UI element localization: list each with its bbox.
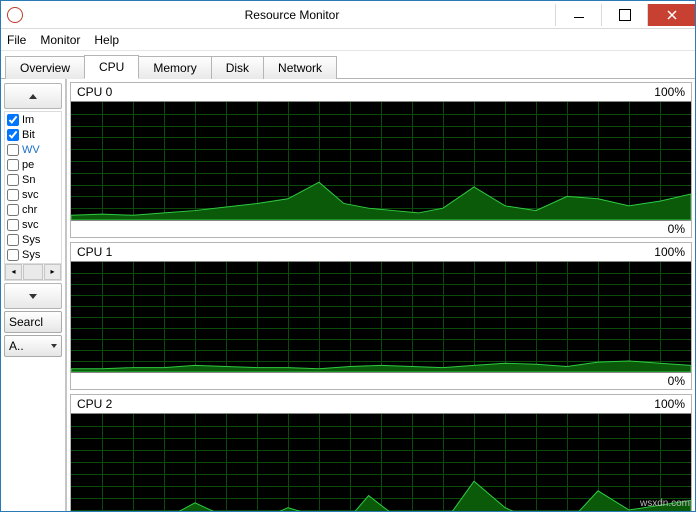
process-label: Im: [22, 114, 34, 126]
chevron-down-icon: [29, 294, 37, 299]
process-item[interactable]: Bit: [5, 127, 61, 142]
sidebar-hscroll[interactable]: ◂▸: [5, 263, 61, 280]
process-item[interactable]: WV: [5, 142, 61, 157]
chevron-up-icon: [29, 94, 37, 99]
cpu-graph-pane: CPU 0 100% 0%: [70, 82, 692, 238]
sidebar: ImBitWVpeSnsvcchrsvcSysSys◂▸ Searcl A..: [1, 79, 66, 511]
graph-footer: 0%: [71, 373, 691, 389]
process-checkbox[interactable]: [7, 144, 19, 156]
process-item[interactable]: pe: [5, 157, 61, 172]
tab-network[interactable]: Network: [263, 56, 337, 79]
graphs-panel: CPU 0100%0%CPU 1100%0%CPU 2100%0%: [66, 79, 695, 511]
process-item[interactable]: Im: [5, 112, 61, 127]
maximize-button[interactable]: [601, 4, 647, 26]
process-checkbox[interactable]: [7, 234, 19, 246]
process-label: pe: [22, 159, 34, 171]
collapse-up-button[interactable]: [4, 83, 62, 109]
process-checkbox[interactable]: [7, 159, 19, 171]
menu-monitor[interactable]: Monitor: [40, 33, 80, 47]
menu-help[interactable]: Help: [94, 33, 119, 47]
graph-title: CPU 1: [77, 245, 112, 259]
caption-buttons: [555, 4, 695, 26]
process-label: Bit: [22, 129, 35, 141]
associated-dropdown[interactable]: A..: [4, 335, 62, 357]
search-label: Searcl: [9, 315, 43, 329]
graph-min: 0%: [668, 374, 685, 388]
dropdown-icon: [51, 344, 57, 348]
process-item[interactable]: svc: [5, 218, 61, 233]
process-checkbox[interactable]: [7, 204, 19, 216]
graph-header: CPU 2 100%: [71, 395, 691, 413]
content-body: ImBitWVpeSnsvcchrsvcSysSys◂▸ Searcl A.. …: [1, 79, 695, 511]
tab-cpu[interactable]: CPU: [84, 55, 139, 79]
graph-max: 100%: [654, 245, 685, 259]
process-checkbox[interactable]: [7, 129, 19, 141]
graph-title: CPU 0: [77, 85, 112, 99]
graph-max: 100%: [654, 397, 685, 411]
graph-footer: 0%: [71, 221, 691, 237]
tab-disk[interactable]: Disk: [211, 56, 264, 79]
graph-header: CPU 0 100%: [71, 83, 691, 101]
tab-strip: Overview CPU Memory Disk Network: [1, 51, 695, 79]
process-item[interactable]: Sys: [5, 233, 61, 248]
a-label: A..: [9, 339, 24, 353]
cpu-graph-pane: CPU 1 100% 0%: [70, 242, 692, 390]
process-checkbox[interactable]: [7, 189, 19, 201]
graph-min: 0%: [668, 222, 685, 236]
graph-header: CPU 1 100%: [71, 243, 691, 261]
window-title: Resource Monitor: [29, 8, 555, 22]
process-checkbox[interactable]: [7, 114, 19, 126]
app-window: Resource Monitor File Monitor Help Overv…: [0, 0, 696, 512]
watermark: wsxdn.com: [640, 498, 690, 509]
search-button[interactable]: Searcl: [4, 311, 62, 333]
scroll-left-icon[interactable]: ◂: [5, 264, 22, 280]
tab-overview[interactable]: Overview: [5, 56, 85, 79]
process-checkbox[interactable]: [7, 249, 19, 261]
menu-bar: File Monitor Help: [1, 29, 695, 51]
collapse-down-button[interactable]: [4, 283, 62, 309]
graph-max: 100%: [654, 85, 685, 99]
process-item[interactable]: svc: [5, 187, 61, 202]
scroll-right-icon[interactable]: ▸: [44, 264, 61, 280]
cpu-chart: [71, 413, 691, 511]
cpu-chart: [71, 261, 691, 373]
cpu-graph-pane: CPU 2100%0%: [70, 394, 692, 511]
process-label: chr: [22, 204, 37, 216]
process-label: Sn: [22, 174, 35, 186]
process-checkbox[interactable]: [7, 219, 19, 231]
process-item[interactable]: Sys: [5, 248, 61, 263]
cpu-chart: [71, 101, 691, 221]
process-label: Sys: [22, 249, 40, 261]
process-item[interactable]: Sn: [5, 172, 61, 187]
tab-memory[interactable]: Memory: [138, 56, 211, 79]
process-label: Sys: [22, 234, 40, 246]
close-button[interactable]: [647, 4, 695, 26]
process-label: svc: [22, 189, 39, 201]
graph-title: CPU 2: [77, 397, 112, 411]
minimize-button[interactable]: [555, 4, 601, 26]
scroll-thumb[interactable]: [23, 264, 43, 280]
process-checkbox[interactable]: [7, 174, 19, 186]
process-label: WV: [22, 144, 40, 156]
process-list[interactable]: ImBitWVpeSnsvcchrsvcSysSys◂▸: [4, 111, 62, 281]
app-icon: [7, 7, 23, 23]
process-label: svc: [22, 219, 39, 231]
process-item[interactable]: chr: [5, 203, 61, 218]
menu-file[interactable]: File: [7, 33, 26, 47]
title-bar[interactable]: Resource Monitor: [1, 1, 695, 29]
